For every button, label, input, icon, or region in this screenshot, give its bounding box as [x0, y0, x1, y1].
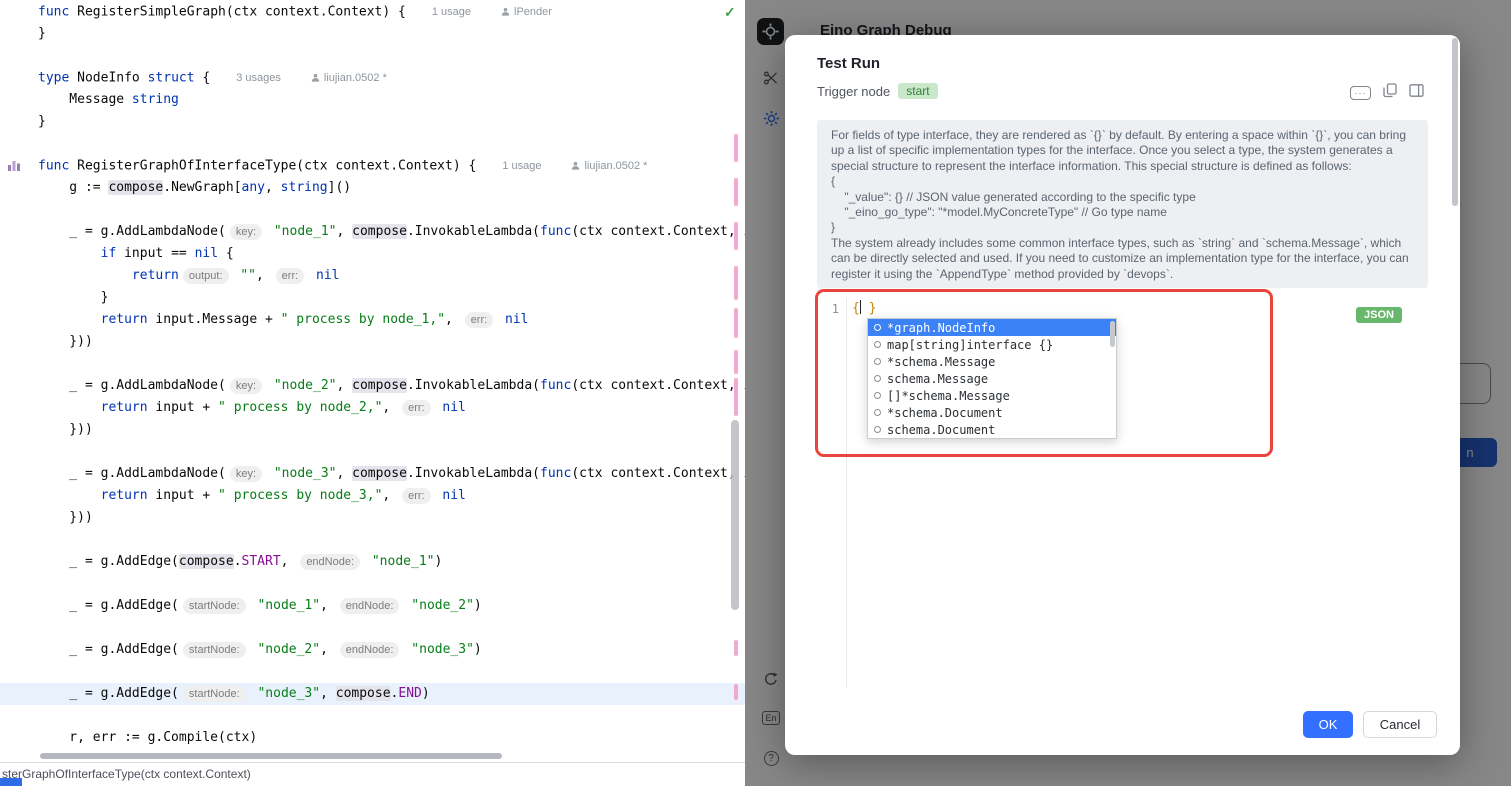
- info-paragraph: For fields of type interface, they are r…: [831, 128, 1414, 174]
- type-kind-icon: [874, 358, 881, 365]
- language-badge: JSON: [1356, 307, 1402, 323]
- test-run-modal: Test Run Trigger node start ···: [785, 35, 1460, 755]
- line-number: 1: [819, 302, 839, 316]
- info-code-line: "_eino_go_type": "*model.MyConcreteType"…: [831, 205, 1414, 220]
- code-line[interactable]: }: [0, 23, 745, 45]
- status-bar: sterGraphOfInterfaceType(ctx context.Con…: [0, 762, 745, 786]
- code-line[interactable]: })): [0, 507, 745, 529]
- code-line[interactable]: [0, 441, 745, 463]
- code-line[interactable]: return input.Message + " process by node…: [0, 309, 745, 331]
- autocomplete-list: *graph.NodeInfomap[string]interface {}*s…: [868, 319, 1116, 438]
- info-code-line: "_value": {} // JSON value generated acc…: [831, 190, 1414, 205]
- modal-scrollbar[interactable]: [1452, 38, 1458, 206]
- code-line[interactable]: g := compose.NewGraph[any, string](): [0, 177, 745, 199]
- layout-panel-icon[interactable]: [1409, 83, 1424, 103]
- vcs-marker-strip: [734, 0, 739, 760]
- code-line[interactable]: _ = g.AddEdge(startNode: "node_3", compo…: [0, 683, 745, 705]
- code-line[interactable]: [0, 529, 745, 551]
- code-line[interactable]: [0, 199, 745, 221]
- code-line[interactable]: func RegisterSimpleGraph(ctx context.Con…: [0, 1, 745, 23]
- autocomplete-item[interactable]: *graph.NodeInfo: [868, 319, 1116, 336]
- breadcrumb: sterGraphOfInterfaceType(ctx context.Con…: [2, 767, 251, 781]
- code-line[interactable]: [0, 661, 745, 683]
- autocomplete-popup: *graph.NodeInfomap[string]interface {}*s…: [867, 318, 1117, 439]
- code-line[interactable]: if input == nil {: [0, 243, 745, 265]
- code-line[interactable]: func RegisterGraphOfInterfaceType(ctx co…: [0, 155, 745, 177]
- gutter-separator: [846, 298, 847, 688]
- autocomplete-scrollbar[interactable]: [1110, 321, 1115, 347]
- autocomplete-item[interactable]: map[string]interface {}: [868, 336, 1116, 353]
- autocomplete-item[interactable]: schema.Document: [868, 421, 1116, 438]
- code-line[interactable]: _ = g.AddEdge(startNode: "node_1", endNo…: [0, 595, 745, 617]
- autocomplete-item[interactable]: []*schema.Message: [868, 387, 1116, 404]
- code-line[interactable]: _ = g.AddEdge(compose.START, endNode: "n…: [0, 551, 745, 573]
- code-line[interactable]: [0, 45, 745, 67]
- corner-accent: [0, 778, 22, 786]
- code-line[interactable]: }: [0, 111, 745, 133]
- gutter-run-graph-icon[interactable]: [7, 158, 21, 177]
- autocomplete-item[interactable]: *schema.Document: [868, 404, 1116, 421]
- code-line[interactable]: return input + " process by node_3,", er…: [0, 485, 745, 507]
- trigger-node-badge: start: [898, 83, 937, 99]
- json-code-line[interactable]: { }: [852, 300, 876, 316]
- code-line[interactable]: })): [0, 419, 745, 441]
- code-line[interactable]: returnoutput: "", err: nil: [0, 265, 745, 287]
- code-line[interactable]: }: [0, 287, 745, 309]
- type-kind-icon: [874, 409, 881, 416]
- code-line[interactable]: type NodeInfo struct {3 usagesliujian.05…: [0, 67, 745, 89]
- code-line[interactable]: Message string: [0, 89, 745, 111]
- type-kind-icon: [874, 341, 881, 348]
- code-line[interactable]: _ = g.AddLambdaNode(key: "node_2", compo…: [0, 375, 745, 397]
- code-editor-panel: func RegisterSimpleGraph(ctx context.Con…: [0, 0, 745, 786]
- autocomplete-item[interactable]: *schema.Message: [868, 353, 1116, 370]
- code-line[interactable]: [0, 573, 745, 595]
- code-line[interactable]: [0, 617, 745, 639]
- type-kind-icon: [874, 324, 881, 331]
- ok-button[interactable]: OK: [1303, 711, 1353, 738]
- info-code-line: {: [831, 174, 1414, 189]
- type-kind-icon: [874, 426, 881, 433]
- editor-vertical-scrollbar[interactable]: [731, 420, 739, 610]
- autocomplete-item[interactable]: schema.Message: [868, 370, 1116, 387]
- info-code-block: { "_value": {} // JSON value generated a…: [831, 174, 1414, 236]
- interface-info-box: For fields of type interface, they are r…: [817, 120, 1428, 288]
- code-line[interactable]: _ = g.AddLambdaNode(key: "node_1", compo…: [0, 221, 745, 243]
- copy-icon[interactable]: [1383, 83, 1397, 103]
- author-icon: [571, 161, 580, 170]
- trigger-node-row: Trigger node start: [817, 83, 938, 99]
- code-line[interactable]: _ = g.AddEdge(startNode: "node_2", endNo…: [0, 639, 745, 661]
- type-kind-icon: [874, 392, 881, 399]
- code-line[interactable]: [0, 353, 745, 375]
- code-line[interactable]: return input + " process by node_2,", er…: [0, 397, 745, 419]
- code-lines: func RegisterSimpleGraph(ctx context.Con…: [0, 1, 745, 749]
- code-line[interactable]: _ = g.AddLambdaNode(key: "node_3", compo…: [0, 463, 745, 485]
- editor-toolbar: ···: [1350, 83, 1424, 103]
- eino-graph-debug-panel: Eino Graph Debug: [745, 0, 1511, 786]
- author-icon: [311, 73, 320, 82]
- info-paragraph: The system already includes some common …: [831, 236, 1414, 282]
- code-line[interactable]: [0, 705, 745, 727]
- braces-ellipsis-icon[interactable]: ···: [1350, 86, 1371, 100]
- code-line[interactable]: })): [0, 331, 745, 353]
- info-code-line: }: [831, 220, 1414, 235]
- code-line[interactable]: r, err := g.Compile(ctx): [0, 727, 745, 749]
- author-icon: [501, 7, 510, 16]
- cancel-button[interactable]: Cancel: [1363, 711, 1437, 738]
- type-kind-icon: [874, 375, 881, 382]
- screen: func RegisterSimpleGraph(ctx context.Con…: [0, 0, 1511, 786]
- json-input-editor[interactable]: 1 { } JSON *graph.NodeInfomap[string]int…: [817, 292, 1428, 694]
- trigger-node-label: Trigger node: [817, 84, 890, 99]
- editor-horizontal-scrollbar[interactable]: [40, 753, 502, 759]
- code-line[interactable]: [0, 133, 745, 155]
- modal-title: Test Run: [817, 55, 880, 72]
